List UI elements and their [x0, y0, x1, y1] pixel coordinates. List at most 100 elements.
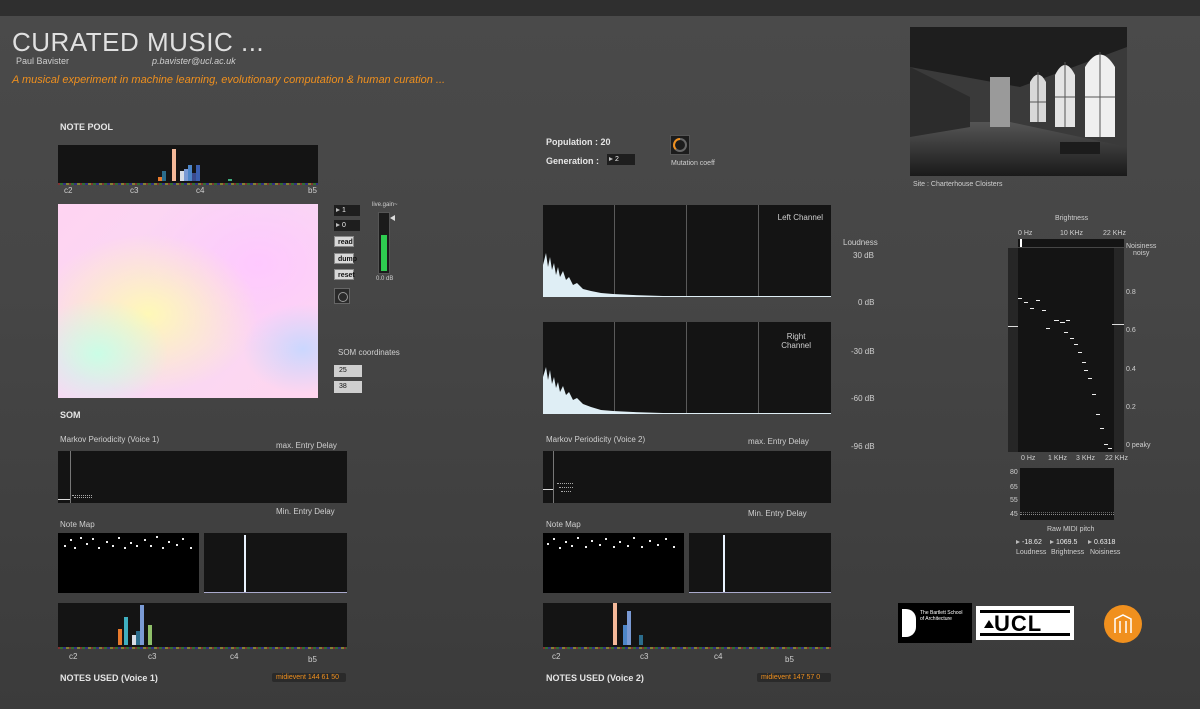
histogram-bar: [627, 611, 631, 645]
voice1-midievent: midievent 144 61 50: [272, 673, 346, 682]
read-button[interactable]: read: [334, 236, 354, 247]
left-channel-label: Left Channel: [777, 213, 823, 222]
voice1-tick-c4: c4: [230, 652, 239, 661]
bartlett-logo: The Bartlett School of Architecture: [898, 603, 972, 643]
note-color-strip: [58, 647, 347, 649]
brightness-top-tick-10k: 10 KHz: [1060, 230, 1083, 237]
db-tick-minus30: -30 dB: [851, 347, 875, 356]
author-email[interactable]: p.bavister@ucl.ac.uk: [152, 56, 236, 66]
note-pool-label: NOTE POOL: [60, 122, 114, 132]
generation-field[interactable]: 2: [607, 154, 635, 165]
som-label: SOM: [60, 410, 81, 420]
note-pool-tick-c4: c4: [196, 186, 205, 195]
voice2-tick-c3: c3: [640, 652, 649, 661]
bartlett-logo-text: The Bartlett School of Architecture: [920, 610, 963, 622]
voice2-markov-label: Markov Periodicity (Voice 2): [546, 435, 646, 444]
midi-tick-65: 65: [1010, 484, 1018, 491]
mutation-dial[interactable]: [670, 135, 690, 155]
histogram-bar: [172, 149, 176, 181]
brightness-readout-label: Brightness: [1051, 549, 1085, 556]
noisiness-tick-06: 0.6: [1126, 327, 1136, 334]
gain-slider[interactable]: [378, 212, 395, 274]
raw-midi-label: Raw MIDI pitch: [1047, 526, 1095, 533]
voice1-max-delay-label: max. Entry Delay: [276, 441, 337, 450]
gain-value: 0.0 dB: [376, 276, 394, 282]
raw-midi-plot: [1020, 468, 1114, 520]
histogram-bar: [639, 635, 643, 645]
voice1-markov-label: Markov Periodicity (Voice 1): [60, 435, 160, 444]
brightness-bottom-tick-22k: 22 KHz: [1105, 455, 1128, 462]
noisiness-tick-0: 0 peaky: [1126, 442, 1151, 449]
ucl-logo: UCL: [976, 606, 1074, 640]
db-tick-minus60: -60 dB: [851, 394, 875, 403]
note-pool-tick-c3: c3: [130, 186, 139, 195]
midi-tick-45: 45: [1010, 511, 1018, 518]
loudness-readout-label: Loudness: [1016, 549, 1047, 556]
som-map[interactable]: [58, 204, 318, 398]
brightness-top-tick-22k: 22 KHz: [1103, 230, 1126, 237]
voice2-note-map-label: Note Map: [546, 520, 581, 529]
site-photo: [910, 27, 1127, 176]
voice2-note-map: [543, 533, 684, 593]
voice1-tick-c3: c3: [148, 652, 157, 661]
som-coords-label: SOM coordinates: [338, 348, 400, 357]
voice2-notes-histogram: [543, 603, 831, 649]
som-x-field[interactable]: 25: [334, 365, 362, 377]
voice2-notes-used-label: NOTES USED (Voice 2): [546, 673, 644, 683]
noisiness-readout-label: Noisiness: [1090, 549, 1121, 556]
gain-meter-fill: [381, 235, 387, 271]
brightness-bottom-tick-0: 0 Hz: [1021, 455, 1036, 462]
site-caption: Site : Charterhouse Cloisters: [913, 181, 1003, 188]
note-pool-histogram: [58, 145, 318, 185]
voice1-markov-plot: [58, 451, 347, 503]
noisiness-tick-02: 0.2: [1126, 404, 1136, 411]
number-box-2[interactable]: 0: [334, 220, 360, 231]
voice1-note-map: [58, 533, 199, 593]
noisiness-readout: 0.6318: [1086, 537, 1122, 548]
brightness-slider[interactable]: [1018, 239, 1124, 247]
histogram-bar: [228, 179, 232, 181]
noisiness-label: Noisiness noisy: [1126, 243, 1157, 257]
brightness-top-tick-0: 0 Hz: [1018, 230, 1033, 237]
note-pool-tick-b5: b5: [308, 186, 317, 195]
voice2-markov-plot: [543, 451, 831, 503]
gain-handle[interactable]: [390, 215, 395, 221]
voice1-note-map-label: Note Map: [60, 520, 95, 529]
histogram-bar: [196, 165, 200, 181]
brightness-noisiness-plot: [1008, 248, 1124, 452]
brightness-readout: 1069.5: [1048, 537, 1086, 548]
tagline: A musical experiment in machine learning…: [12, 74, 446, 86]
noisiness-tick-08: 0.8: [1126, 289, 1136, 296]
voice2-tick-c4: c4: [714, 652, 723, 661]
ucl-logo-text: UCL: [994, 611, 1043, 636]
histogram-bar: [148, 625, 152, 645]
histogram-bar: [124, 617, 128, 645]
reset-button[interactable]: reset: [334, 269, 355, 280]
right-channel-label: Right Channel: [781, 332, 811, 350]
dump-button[interactable]: dump: [334, 253, 357, 264]
noisiness-tick-04: 0.4: [1126, 366, 1136, 373]
voice1-tick-b5: b5: [308, 655, 317, 664]
som-y-field[interactable]: 38: [334, 381, 362, 393]
brightness-bottom-tick-1k: 1 KHz: [1048, 455, 1068, 462]
db-tick-0: 0 dB: [858, 298, 875, 307]
number-box-1[interactable]: 1: [334, 205, 360, 216]
note-color-strip: [58, 183, 318, 185]
brightness-title: Brightness: [1055, 215, 1089, 222]
histogram-bar: [613, 603, 617, 645]
page-title: CURATED MUSIC ...: [12, 27, 265, 57]
toggle-button[interactable]: [334, 288, 350, 304]
orange-emblem-icon: [1104, 605, 1142, 643]
voice2-min-delay-label: Min. Entry Delay: [748, 509, 807, 518]
gain-label: live.gain~: [372, 202, 398, 208]
midi-tick-80: 80: [1010, 469, 1018, 476]
voice1-tick-c2: c2: [69, 652, 78, 661]
voice2-tick-b5: b5: [785, 655, 794, 664]
voice1-notes-histogram: [58, 603, 347, 649]
top-bar: [0, 0, 1200, 16]
mutation-label: Mutation coeff: [671, 160, 715, 167]
note-pool-tick-c2: c2: [64, 186, 73, 195]
brightness-bottom-tick-3k: 3 KHz: [1076, 455, 1096, 462]
ucl-triangle-icon: [984, 620, 994, 628]
db-tick-minus96: -96 dB: [851, 442, 875, 451]
